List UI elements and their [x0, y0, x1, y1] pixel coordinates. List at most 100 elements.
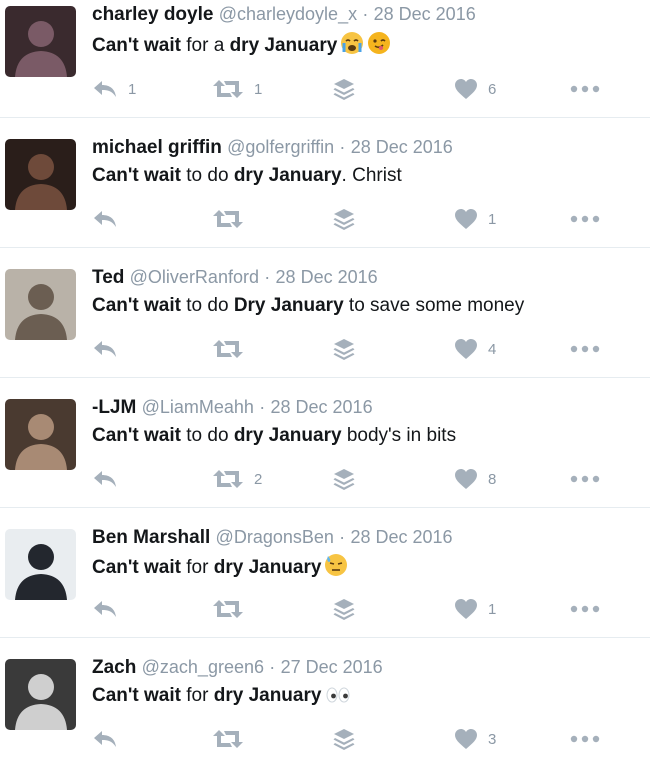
- like-count: 1: [488, 600, 497, 618]
- stack-button[interactable]: [332, 466, 356, 492]
- tweet[interactable]: Ted @OliverRanford · 28 Dec 2016 Can't wa…: [0, 258, 650, 378]
- layers-icon: [332, 597, 356, 621]
- author-name[interactable]: Ben Marshall: [92, 527, 210, 548]
- retweet-button[interactable]: 1: [212, 76, 262, 102]
- text-fragment: for a: [180, 35, 230, 56]
- heart-icon: [454, 208, 478, 230]
- reply-count: 1: [128, 80, 137, 98]
- more-button[interactable]: [570, 76, 600, 102]
- retweet-button[interactable]: [212, 596, 254, 622]
- avatar[interactable]: [5, 6, 76, 77]
- author-handle[interactable]: @zach_green6: [142, 657, 264, 677]
- more-button[interactable]: [570, 206, 600, 232]
- tweet-text: Can't wait to do dry January body's in b…: [92, 423, 456, 449]
- avatar[interactable]: [5, 399, 76, 470]
- tweet-text: Can't wait for a dry January: [92, 31, 391, 63]
- heart-icon: [454, 78, 478, 100]
- tweet-header: Ted @OliverRanford · 28 Dec 2016: [92, 265, 378, 290]
- stack-button[interactable]: [332, 206, 356, 232]
- avatar[interactable]: [5, 659, 76, 730]
- more-button[interactable]: [570, 466, 600, 492]
- retweet-icon: [212, 598, 244, 620]
- tweet-date[interactable]: 28 Dec 2016: [374, 4, 476, 24]
- reply-button[interactable]: 1: [92, 76, 136, 102]
- reply-icon: [92, 468, 118, 490]
- author-handle[interactable]: @LiamMeahh: [142, 397, 254, 417]
- stack-button[interactable]: [332, 596, 356, 622]
- separator-dot: ·: [339, 527, 346, 547]
- text-fragment: . Christ: [341, 165, 402, 186]
- tweet-actions: 1: [92, 206, 612, 232]
- separator-dot: ·: [362, 4, 369, 24]
- like-button[interactable]: 3: [454, 726, 496, 752]
- layers-icon: [332, 337, 356, 361]
- more-button[interactable]: [570, 596, 600, 622]
- retweet-button[interactable]: [212, 336, 254, 362]
- heart-icon: [454, 598, 478, 620]
- author-handle[interactable]: @charleydoyle_x: [219, 4, 357, 24]
- tweet-date[interactable]: 28 Dec 2016: [276, 267, 378, 287]
- tweet-date[interactable]: 28 Dec 2016: [351, 137, 453, 157]
- highlighted-phrase: Can't wait: [92, 425, 181, 446]
- author-handle[interactable]: @golfergriffin: [227, 137, 334, 157]
- winking-tongue-face-icon: [367, 31, 391, 63]
- retweet-icon: [212, 728, 244, 750]
- tweet-text: Can't wait for dry January: [92, 683, 352, 713]
- retweet-button[interactable]: [212, 206, 254, 232]
- separator-dot: ·: [264, 267, 271, 287]
- reply-button[interactable]: [92, 596, 128, 622]
- tweet[interactable]: -LJM @LiamMeahh · 28 Dec 2016 Can't wait …: [0, 388, 650, 508]
- more-icon: [570, 475, 600, 483]
- like-button[interactable]: 8: [454, 466, 496, 492]
- like-button[interactable]: 4: [454, 336, 496, 362]
- retweet-button[interactable]: [212, 726, 254, 752]
- more-button[interactable]: [570, 726, 600, 752]
- like-count: 3: [488, 730, 497, 748]
- layers-icon: [332, 207, 356, 231]
- like-count: 8: [488, 470, 497, 488]
- tweet-actions: 1 1 6: [92, 76, 612, 102]
- author-name[interactable]: Ted: [92, 267, 124, 288]
- avatar[interactable]: [5, 269, 76, 340]
- stack-button[interactable]: [332, 76, 356, 102]
- tweet-text: Can't wait to do dry January. Christ: [92, 163, 402, 189]
- heart-icon: [454, 468, 478, 490]
- reply-button[interactable]: [92, 466, 128, 492]
- tweet-date[interactable]: 27 Dec 2016: [281, 657, 383, 677]
- author-name[interactable]: Zach: [92, 657, 136, 678]
- retweet-button[interactable]: 2: [212, 466, 262, 492]
- reply-button[interactable]: [92, 336, 128, 362]
- highlighted-phrase: dry January: [213, 557, 322, 578]
- reply-button[interactable]: [92, 206, 128, 232]
- tweet[interactable]: Ben Marshall @DragonsBen · 28 Dec 2016 Ca…: [0, 518, 650, 638]
- author-handle[interactable]: @OliverRanford: [130, 267, 259, 287]
- tweet[interactable]: michael griffin @golfergriffin · 28 Dec …: [0, 128, 650, 248]
- more-icon: [570, 345, 600, 353]
- crying-face-icon: [340, 31, 364, 63]
- tweet-date[interactable]: 28 Dec 2016: [271, 397, 373, 417]
- tweet-feed: charley doyle @charleydoyle_x · 28 Dec 2…: [0, 0, 650, 765]
- author-name[interactable]: charley doyle: [92, 4, 213, 25]
- tweet-actions: 28: [92, 466, 612, 492]
- avatar[interactable]: [5, 529, 76, 600]
- highlighted-phrase: dry January: [213, 685, 322, 706]
- text-fragment: to do: [180, 295, 234, 316]
- stack-button[interactable]: [332, 726, 356, 752]
- tweet[interactable]: Zach @zach_green6 · 27 Dec 2016 Can't wai…: [0, 648, 650, 765]
- highlighted-phrase: dry January: [233, 425, 342, 446]
- sweat-face-icon: [324, 553, 348, 585]
- like-button[interactable]: 1: [454, 206, 496, 232]
- layers-icon: [332, 467, 356, 491]
- avatar[interactable]: [5, 139, 76, 210]
- tweet[interactable]: charley doyle @charleydoyle_x · 28 Dec 2…: [0, 0, 650, 118]
- more-button[interactable]: [570, 336, 600, 362]
- author-name[interactable]: -LJM: [92, 397, 136, 418]
- tweet-header: charley doyle @charleydoyle_x · 28 Dec 2…: [92, 2, 476, 27]
- author-handle[interactable]: @DragonsBen: [216, 527, 334, 547]
- like-button[interactable]: 6: [454, 76, 496, 102]
- reply-button[interactable]: [92, 726, 128, 752]
- author-name[interactable]: michael griffin: [92, 137, 222, 158]
- like-button[interactable]: 1: [454, 596, 496, 622]
- stack-button[interactable]: [332, 336, 356, 362]
- tweet-date[interactable]: 28 Dec 2016: [350, 527, 452, 547]
